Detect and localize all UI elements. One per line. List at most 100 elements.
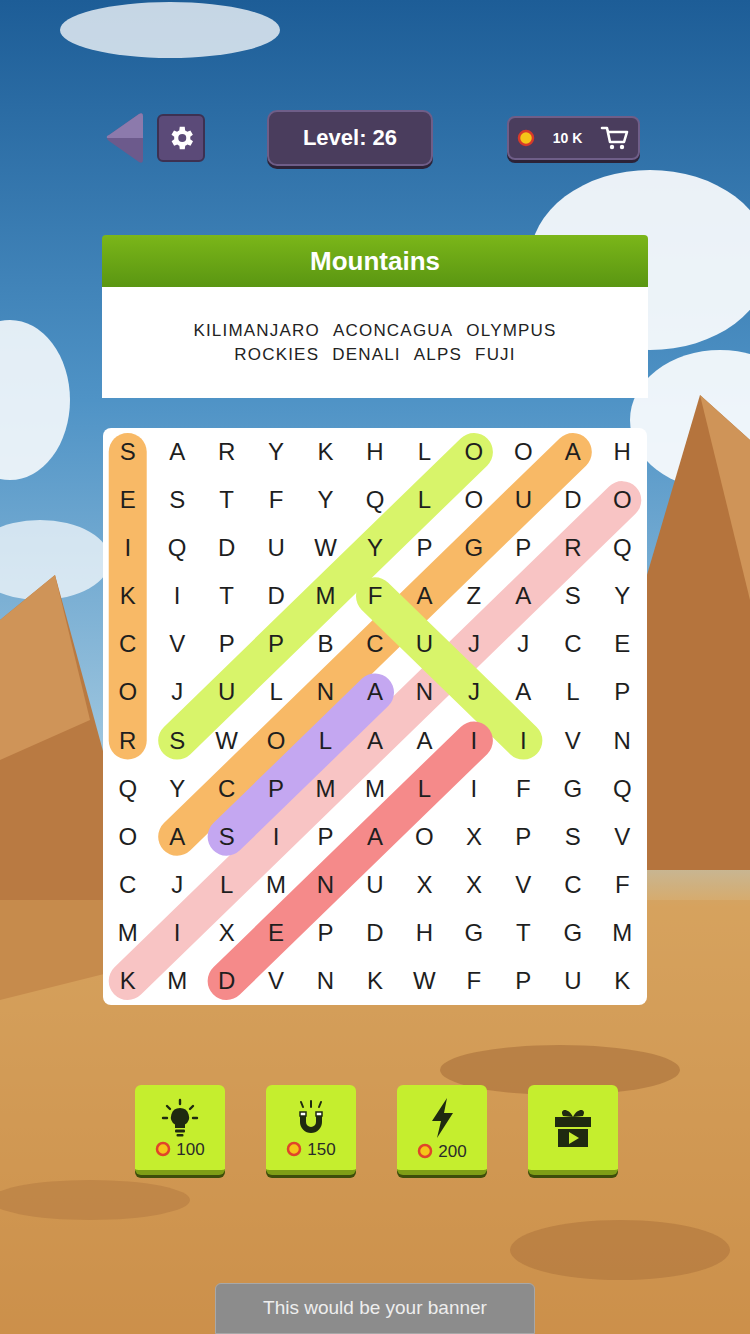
letter-cell[interactable]: H [598,428,647,476]
letter-cell[interactable]: S [103,428,152,476]
lightning-button[interactable]: 200 [397,1085,487,1175]
letter-cell[interactable]: A [499,572,548,620]
letter-cell[interactable]: K [301,428,350,476]
letter-cell[interactable]: Q [103,765,152,813]
letter-cell[interactable]: W [400,957,449,1005]
letter-cell[interactable]: J [499,620,548,668]
letter-cell[interactable]: O [499,428,548,476]
letter-cell[interactable]: C [548,620,597,668]
letter-cell[interactable]: L [400,765,449,813]
letter-cell[interactable]: G [449,909,498,957]
letter-cell[interactable]: M [301,765,350,813]
letter-cell[interactable]: V [499,861,548,909]
letter-cell[interactable]: A [152,813,201,861]
coins-display[interactable]: 10 K [507,116,640,160]
letter-cell[interactable]: A [350,813,399,861]
letter-cell[interactable]: L [548,668,597,716]
letter-cell[interactable]: P [301,909,350,957]
letter-cell[interactable]: G [449,524,498,572]
letter-cell[interactable]: V [598,813,647,861]
letter-cell[interactable]: P [251,765,300,813]
letter-cell[interactable]: I [499,716,548,764]
letter-cell[interactable]: F [350,572,399,620]
letter-cell[interactable]: D [202,957,251,1005]
back-button[interactable] [105,112,145,164]
letter-cell[interactable]: D [548,476,597,524]
letter-cell[interactable]: Z [449,572,498,620]
letter-cell[interactable]: U [400,620,449,668]
letter-cell[interactable]: D [202,524,251,572]
letter-cell[interactable]: Q [152,524,201,572]
letter-cell[interactable]: K [103,957,152,1005]
letter-cell[interactable]: J [449,668,498,716]
letter-cell[interactable]: Y [251,428,300,476]
letter-cell[interactable]: O [449,476,498,524]
letter-cell[interactable]: O [251,716,300,764]
letter-cell[interactable]: I [449,716,498,764]
ad-banner[interactable]: This would be your banner [215,1283,535,1334]
letter-cell[interactable]: J [449,620,498,668]
letter-cell[interactable]: P [251,620,300,668]
letter-board[interactable]: SARYKHLOOAHESTFYQLOUDOIQDUWYPGPRQKITDMFA… [103,428,647,1005]
letter-cell[interactable]: U [499,476,548,524]
letter-cell[interactable]: J [152,861,201,909]
letter-cell[interactable]: L [202,861,251,909]
letter-cell[interactable]: M [251,861,300,909]
hint-button[interactable]: 100 [135,1085,225,1175]
letter-cell[interactable]: X [449,813,498,861]
letter-cell[interactable]: O [103,668,152,716]
letter-cell[interactable]: O [103,813,152,861]
letter-cell[interactable]: Q [598,765,647,813]
letter-cell[interactable]: S [152,476,201,524]
letter-cell[interactable]: E [598,620,647,668]
magnet-button[interactable]: 150 [266,1085,356,1175]
letter-cell[interactable]: C [103,620,152,668]
letter-cell[interactable]: I [152,572,201,620]
letter-cell[interactable]: T [202,476,251,524]
letter-cell[interactable]: A [499,668,548,716]
letter-cell[interactable]: D [251,572,300,620]
letter-cell[interactable]: W [301,524,350,572]
letter-cell[interactable]: N [301,957,350,1005]
letter-cell[interactable]: T [499,909,548,957]
letter-cell[interactable]: F [598,861,647,909]
letter-cell[interactable]: H [350,428,399,476]
letter-cell[interactable]: O [400,813,449,861]
letter-cell[interactable]: M [301,572,350,620]
settings-button[interactable] [157,114,205,162]
letter-cell[interactable]: S [202,813,251,861]
letter-cell[interactable]: W [202,716,251,764]
letter-cell[interactable]: P [499,813,548,861]
letter-cell[interactable]: A [350,668,399,716]
letter-cell[interactable]: S [548,813,597,861]
letter-cell[interactable]: A [400,572,449,620]
letter-grid[interactable]: SARYKHLOOAHESTFYQLOUDOIQDUWYPGPRQKITDMFA… [103,428,647,1005]
letter-cell[interactable]: I [152,909,201,957]
letter-cell[interactable]: M [103,909,152,957]
video-button[interactable] [528,1085,618,1175]
letter-cell[interactable]: J [152,668,201,716]
letter-cell[interactable]: C [548,861,597,909]
letter-cell[interactable]: M [152,957,201,1005]
letter-cell[interactable]: O [449,428,498,476]
letter-cell[interactable]: U [350,861,399,909]
letter-cell[interactable]: E [103,476,152,524]
letter-cell[interactable]: F [499,765,548,813]
letter-cell[interactable]: F [449,957,498,1005]
letter-cell[interactable]: X [202,909,251,957]
letter-cell[interactable]: V [251,957,300,1005]
letter-cell[interactable]: O [598,476,647,524]
letter-cell[interactable]: G [548,909,597,957]
letter-cell[interactable]: A [152,428,201,476]
letter-cell[interactable]: C [103,861,152,909]
letter-cell[interactable]: Y [152,765,201,813]
letter-cell[interactable]: N [400,668,449,716]
letter-cell[interactable]: I [103,524,152,572]
letter-cell[interactable]: A [548,428,597,476]
letter-cell[interactable]: P [301,813,350,861]
letter-cell[interactable]: P [598,668,647,716]
letter-cell[interactable]: Y [598,572,647,620]
letter-cell[interactable]: P [202,620,251,668]
letter-cell[interactable]: K [598,957,647,1005]
letter-cell[interactable]: X [400,861,449,909]
